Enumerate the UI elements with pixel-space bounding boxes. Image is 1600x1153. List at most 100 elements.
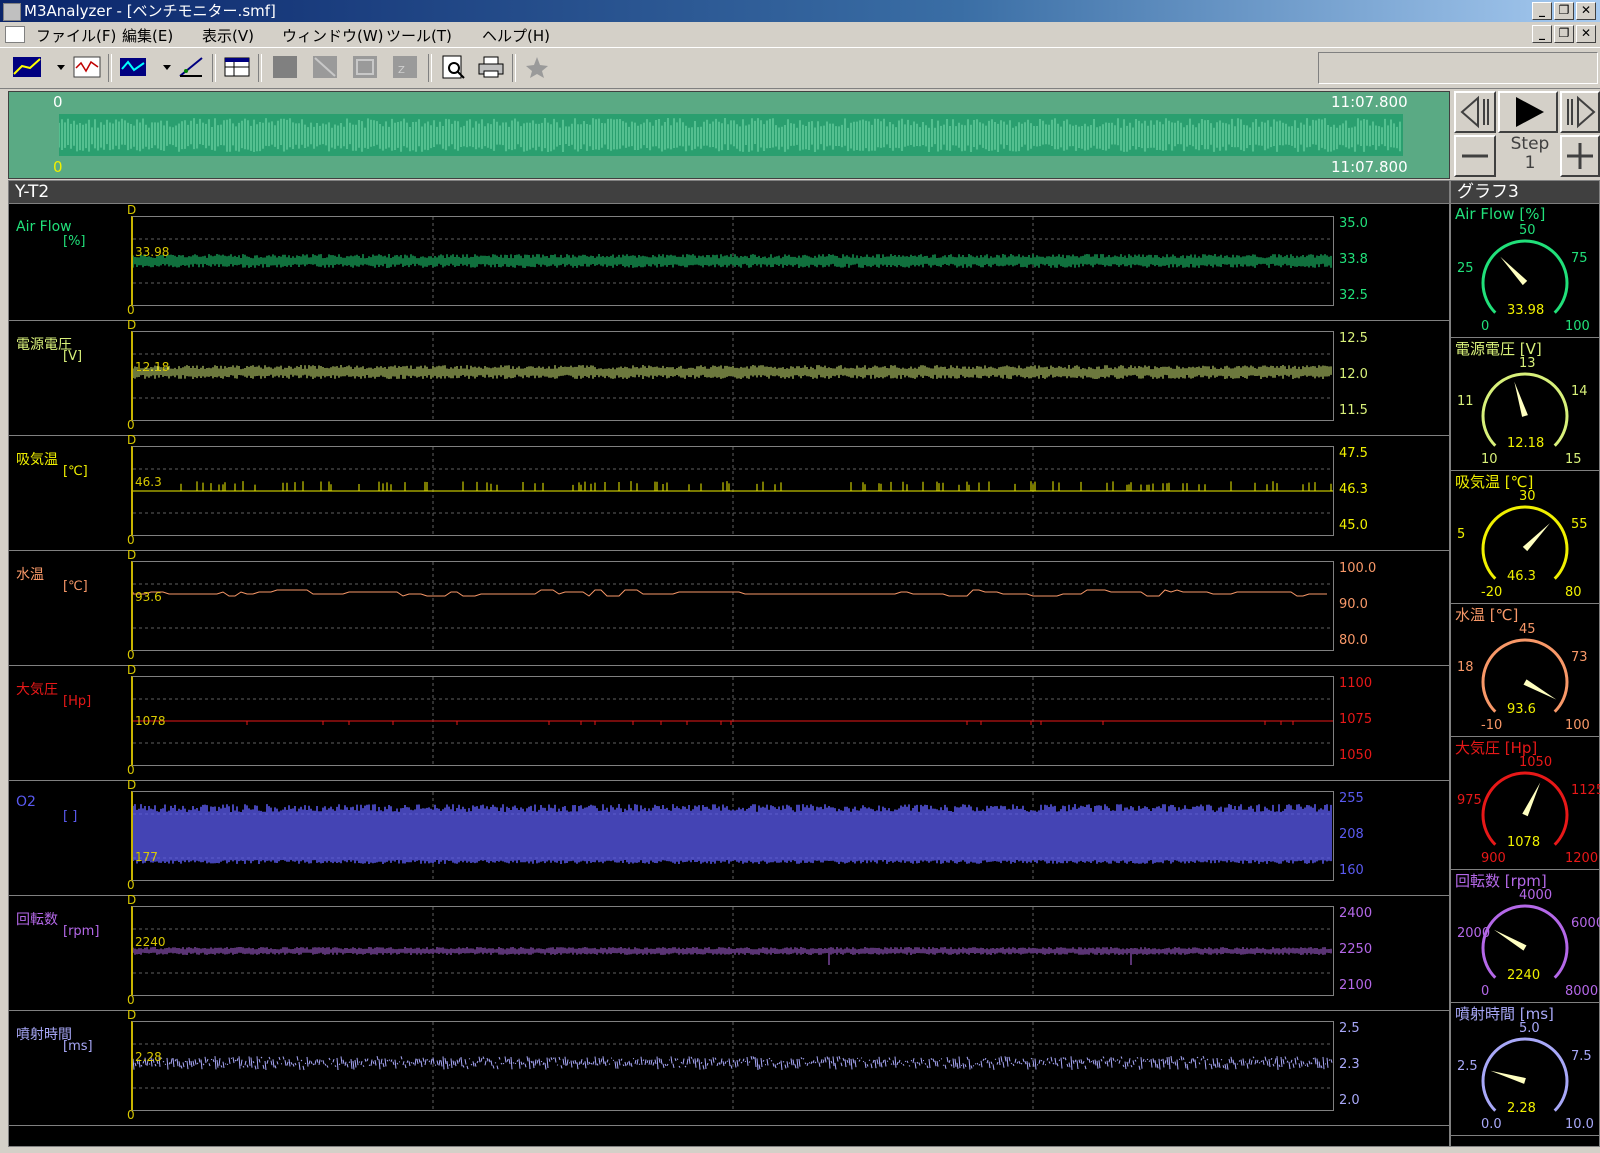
gray-square-icon[interactable]: [270, 54, 300, 80]
toolbar-separator-3: [258, 54, 262, 82]
gauge-label-min: -20: [1481, 585, 1503, 600]
menu-view[interactable]: 表示(V): [202, 25, 254, 46]
gauge-label-left: 2.5: [1457, 1059, 1478, 1074]
gauge-value: 46.3: [1507, 569, 1536, 584]
step-increase-button[interactable]: [1560, 135, 1600, 177]
menu-edit[interactable]: 編集(E): [122, 25, 173, 46]
channel-plot[interactable]: [131, 791, 1334, 881]
app-icon: [3, 3, 21, 21]
channel-tick-max: 12.5: [1339, 331, 1368, 346]
channel-plot[interactable]: [131, 906, 1334, 996]
channel-unit: [Hp]: [63, 694, 92, 709]
zoom-gray-icon[interactable]: Z: [390, 54, 420, 80]
gauge-arc: [1481, 1037, 1569, 1112]
gauge-label-max: 100: [1565, 319, 1590, 334]
channel-plot[interactable]: [131, 331, 1334, 421]
gauge-arc: [1481, 239, 1569, 314]
gauge-label-right: 75: [1571, 251, 1588, 266]
gauge-label-right: 73: [1571, 650, 1588, 665]
channel-tick-max: 47.5: [1339, 446, 1368, 461]
channel-row: 噴射時間 [ms] D 0 2.28 2.5 2.3 2.0: [9, 1008, 1449, 1126]
channel-unit: [V]: [63, 349, 83, 364]
gauge-label-right: 7.5: [1571, 1049, 1592, 1064]
step-back-button[interactable]: [1454, 91, 1496, 133]
channel-plot[interactable]: [131, 1021, 1334, 1111]
gauge-label-right: 14: [1571, 384, 1588, 399]
overview-panel: 0 11:07.800 0 11:07.800: [8, 91, 1450, 179]
channel-row: 電源電圧 [V] D 0 12.18 12.5 12.0 11.5: [9, 318, 1449, 436]
channel-plot[interactable]: [131, 216, 1334, 306]
yt-graph-icon[interactable]: [12, 54, 42, 80]
channel-current-value: 2240: [135, 935, 166, 949]
channel-axis-top-marker: D: [127, 893, 137, 907]
channel-tick-max: 2400: [1339, 906, 1373, 921]
star-disabled-icon[interactable]: [522, 54, 552, 80]
channel-unit: [%]: [63, 234, 86, 249]
channel-current-value: 46.3: [135, 475, 162, 489]
gauge-value: 2240: [1507, 968, 1541, 983]
channel-plot[interactable]: [131, 676, 1334, 766]
gauge-label-top: 13: [1519, 356, 1536, 371]
minimize-button[interactable]: _: [1532, 2, 1552, 20]
gauge-panel-title: グラフ3: [1451, 181, 1599, 204]
channel-name: O2: [16, 794, 36, 810]
channel-tick-mid: 33.8: [1339, 252, 1368, 267]
preview-icon[interactable]: [438, 54, 468, 80]
channel-current-value: 2.28: [135, 1050, 162, 1064]
mdi-restore-button[interactable]: ❐: [1554, 25, 1574, 43]
channel-axis-top-marker: D: [127, 203, 137, 217]
dropdown-arrow-icon-2[interactable]: [152, 54, 171, 80]
channel-tick-mid: 2.3: [1339, 1057, 1360, 1072]
restore-button[interactable]: ❐: [1554, 2, 1574, 20]
measure-icon[interactable]: [176, 54, 206, 80]
channel-current-value: 177: [135, 850, 158, 864]
gauge-needle: [1514, 381, 1528, 417]
gauge-label-max: 15: [1565, 452, 1582, 467]
channel-trace: [133, 804, 1332, 864]
menu-file[interactable]: ファイル(F): [36, 25, 116, 46]
channel-current-value: 12.18: [135, 360, 170, 374]
print-icon[interactable]: [476, 54, 506, 80]
gauge-label-right: 6000: [1571, 916, 1600, 931]
gauge-value: 2.28: [1507, 1101, 1536, 1116]
channel-tick-min: 160: [1339, 863, 1364, 878]
channel-axis-top-marker: D: [127, 663, 137, 677]
channel-tick-min: 2.0: [1339, 1093, 1360, 1108]
menu-help[interactable]: ヘルプ(H): [482, 25, 550, 46]
gauge-label-left: 18: [1457, 660, 1474, 675]
channel-axis-top-marker: D: [127, 548, 137, 562]
channel-plot[interactable]: [131, 446, 1334, 536]
step-forward-button[interactable]: [1560, 91, 1600, 133]
dropdown-arrow-icon[interactable]: [46, 54, 65, 80]
table-icon[interactable]: [222, 54, 252, 80]
gauge-label-min: 10: [1481, 452, 1498, 467]
document-icon[interactable]: [5, 26, 25, 43]
gauge-label-top: 50: [1519, 223, 1536, 238]
gray-frame-icon[interactable]: [350, 54, 380, 80]
toolbar-field[interactable]: [1318, 52, 1598, 84]
step-decrease-button[interactable]: [1454, 135, 1496, 177]
overview-end-bottom: 11:07.800: [1331, 158, 1408, 176]
channel-row: 回転数 [rpm] D 0 2240 2400 2250 2100: [9, 893, 1449, 1011]
channel-name: 水温: [16, 567, 44, 583]
gauge-title: 水温 [℃]: [1455, 606, 1519, 624]
overview-strip[interactable]: [59, 114, 1403, 156]
close-button[interactable]: ✕: [1576, 2, 1596, 20]
channel-current-value: 33.98: [135, 245, 170, 259]
menu-bar: ファイル(F) 編集(E) 表示(V) ウィンドウ(W) ツール(T) ヘルプ(…: [0, 22, 1600, 46]
compare-icon[interactable]: [118, 54, 148, 80]
menu-tools[interactable]: ツール(T): [386, 25, 452, 46]
play-button[interactable]: [1498, 91, 1558, 133]
mdi-close-button[interactable]: ✕: [1576, 25, 1596, 43]
mdi-minimize-button[interactable]: _: [1532, 25, 1552, 43]
channel-trace: [133, 947, 1332, 965]
monitor-icon[interactable]: [72, 54, 102, 80]
channel-plot[interactable]: [131, 561, 1334, 651]
status-bar: [0, 1147, 1600, 1153]
gauge-label-min: 0.0: [1481, 1117, 1502, 1132]
menu-window[interactable]: ウィンドウ(W): [282, 25, 384, 46]
toolbar-separator: [108, 54, 112, 82]
gauge-label-right: 55: [1571, 517, 1588, 532]
gray-diagonal-icon[interactable]: [310, 54, 340, 80]
gauge-value: 1078: [1507, 835, 1541, 850]
